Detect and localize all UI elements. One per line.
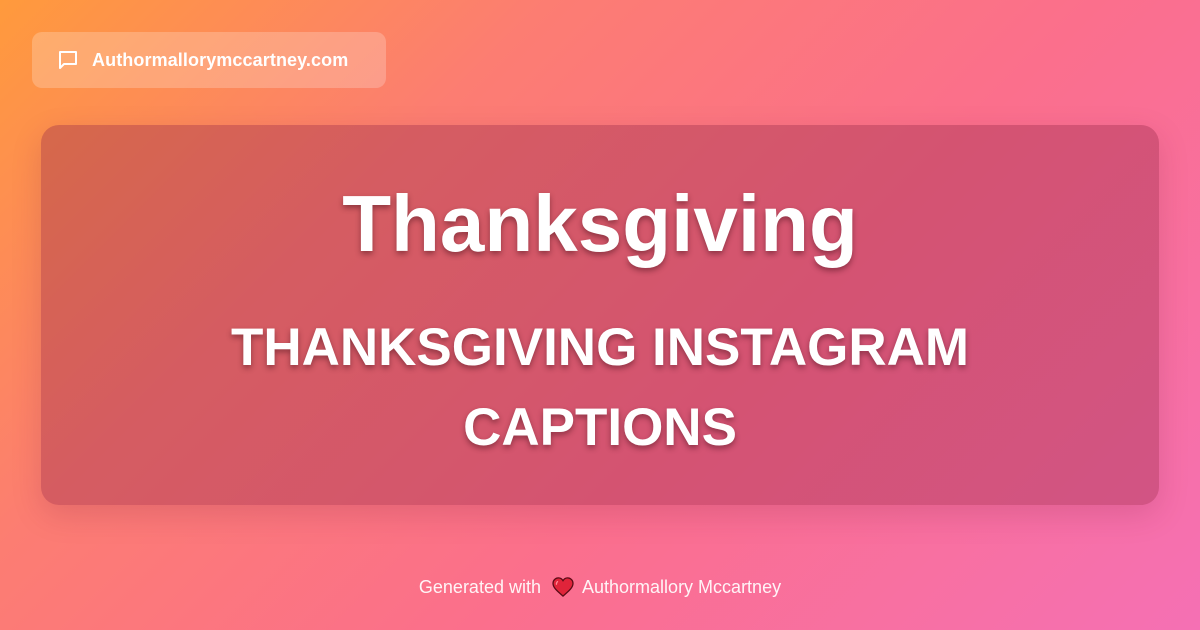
footer-prefix: Generated with [418, 577, 541, 597]
chat-bubble-icon [56, 48, 80, 72]
site-name: Authormallorymccartney.com [92, 49, 349, 70]
page-title: Thanksgiving [342, 179, 858, 268]
footer-credit: Generated with Authormallory Mccartney [0, 575, 1200, 599]
title-card: Thanksgiving THANKSGIVING INSTAGRAM CAPT… [41, 125, 1159, 505]
page-subtitle: THANKSGIVING INSTAGRAM CAPTIONS [230, 318, 970, 457]
footer-author: Authormallory Mccartney [582, 577, 782, 597]
site-badge[interactable]: Authormallorymccartney.com [32, 32, 386, 88]
heart-icon [552, 577, 574, 597]
